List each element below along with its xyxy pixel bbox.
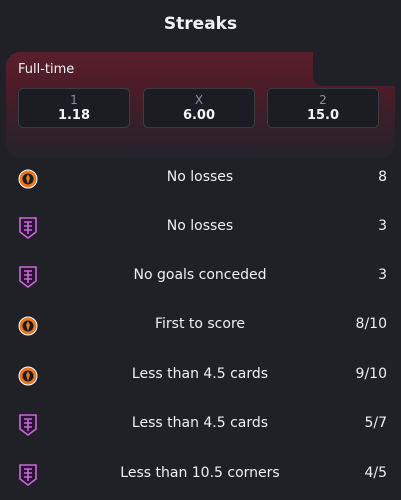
odds-button-away[interactable]: 2 15.0 <box>267 88 379 128</box>
streak-label: Less than 10.5 corners <box>120 465 280 481</box>
streak-row: Less than 4.5 cards 5/7 <box>0 410 401 440</box>
panel-notch <box>313 52 395 86</box>
odds-key: 2 <box>319 93 327 107</box>
streak-value: 5/7 <box>364 415 387 431</box>
streak-label: Less than 4.5 cards <box>131 366 269 382</box>
shakhtar-crest-icon <box>18 314 38 338</box>
odds-value: 6.00 <box>182 108 216 123</box>
streak-value: 9/10 <box>355 366 387 382</box>
streak-value: 3 <box>378 218 387 234</box>
odds-button-draw[interactable]: X 6.00 <box>143 88 255 128</box>
streak-row: No losses 8 <box>0 164 401 194</box>
shakhtar-crest-icon <box>18 167 38 191</box>
streak-row: No losses 3 <box>0 213 401 243</box>
full-time-label: Full-time <box>18 62 75 77</box>
streak-row: No goals conceded 3 <box>0 262 401 292</box>
odds-button-home[interactable]: 1 1.18 <box>18 88 130 128</box>
opponent-crest-icon <box>18 265 38 289</box>
shakhtar-crest-icon <box>18 364 38 388</box>
odds-value: 1.18 <box>57 108 91 123</box>
streak-value: 3 <box>378 267 387 283</box>
streak-label: No goals conceded <box>133 267 267 283</box>
streak-value: 8 <box>378 169 387 185</box>
odds-key: 1 <box>70 93 78 107</box>
full-time-odds-panel: Full-time 1 1.18 X 6.00 2 15.0 <box>6 52 395 158</box>
streak-value: 4/5 <box>364 465 387 481</box>
streak-row: Less than 4.5 cards 9/10 <box>0 361 401 391</box>
odds-value: 15.0 <box>306 108 340 123</box>
streak-label: Less than 4.5 cards <box>131 415 269 431</box>
streak-row: Less than 10.5 corners 4/5 <box>0 460 401 490</box>
opponent-crest-icon <box>18 463 38 487</box>
streak-value: 8/10 <box>355 316 387 332</box>
opponent-crest-icon <box>18 413 38 437</box>
odds-key: X <box>194 93 204 107</box>
streak-row: First to score 8/10 <box>0 311 401 341</box>
streak-label: First to score <box>154 316 246 332</box>
opponent-crest-icon <box>18 216 38 240</box>
streaks-title: Streaks <box>163 14 238 34</box>
streak-label: No losses <box>166 218 234 234</box>
streak-label: No losses <box>166 169 234 185</box>
